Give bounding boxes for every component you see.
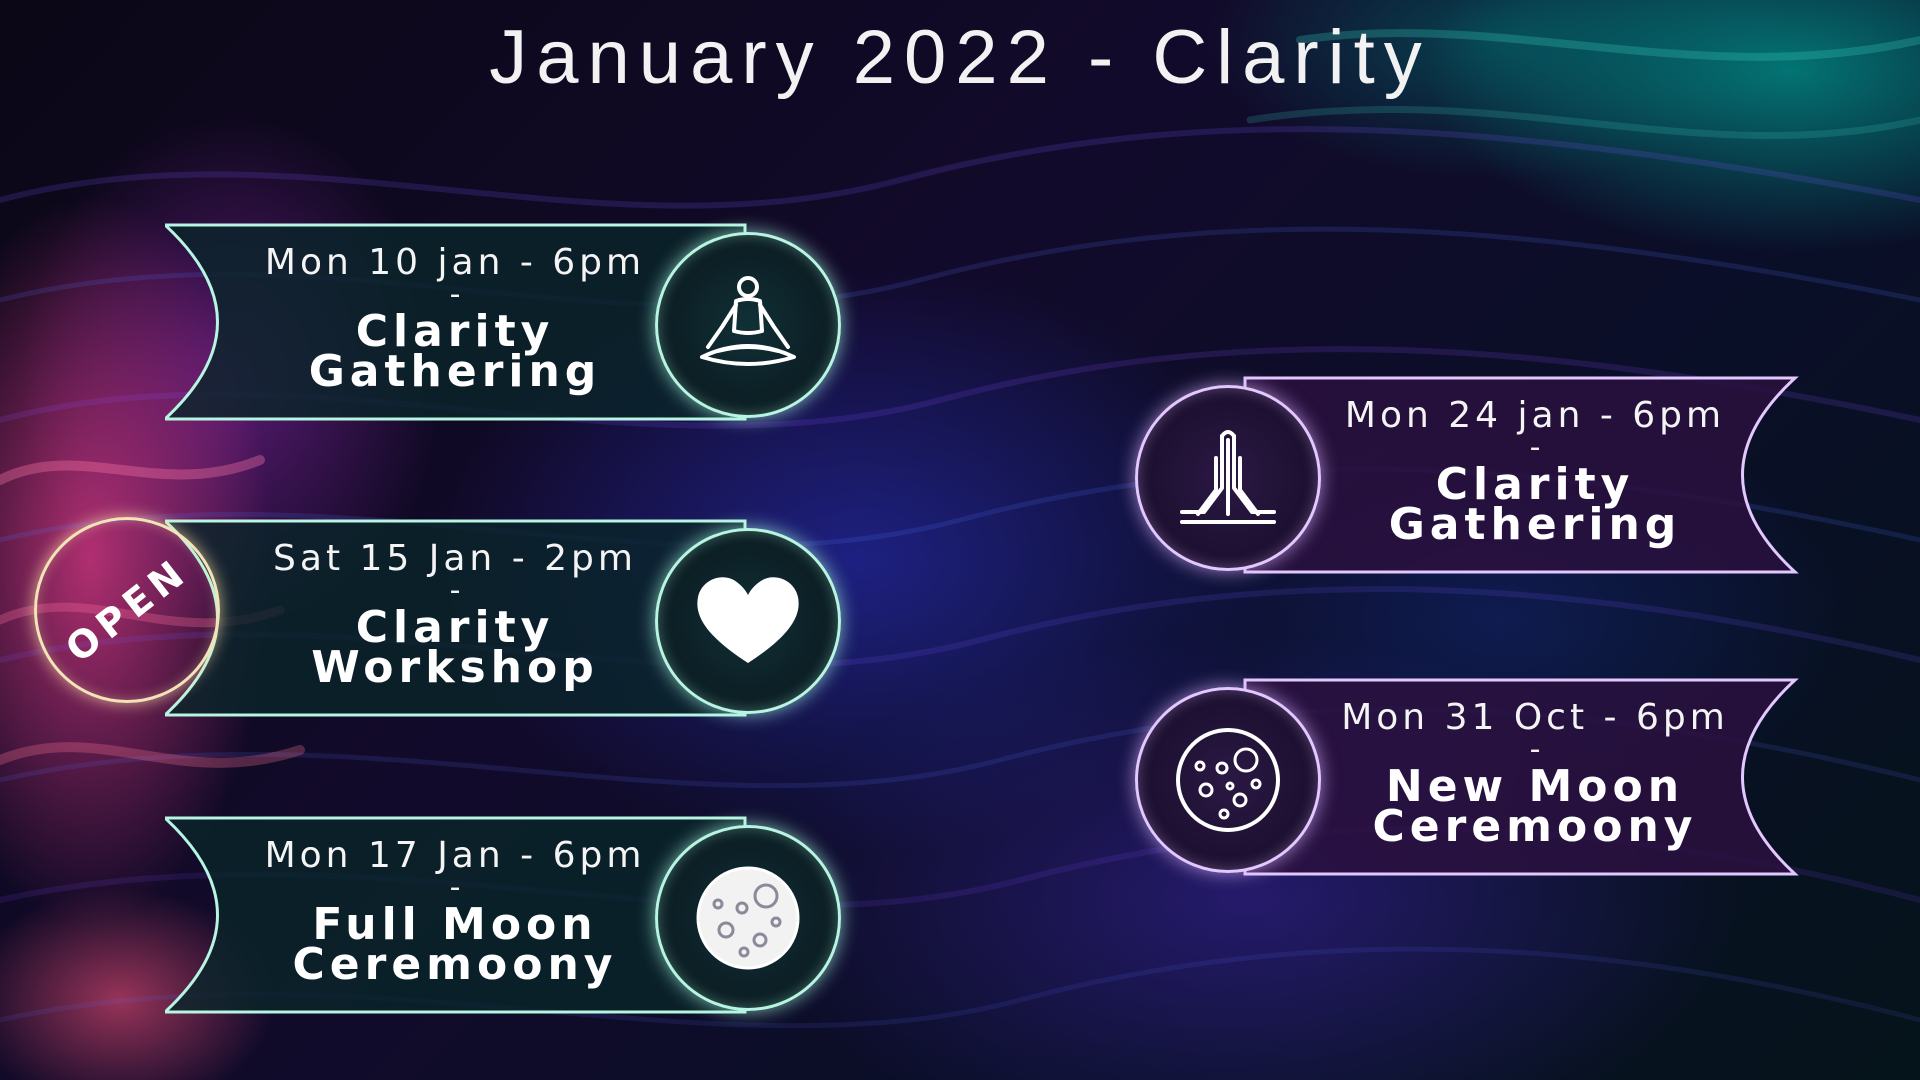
new-moon-icon <box>1176 728 1280 832</box>
full-moon-icon <box>696 866 800 970</box>
event-text: Mon 24 jan - 6pm - Clarity Gathering <box>1305 397 1765 550</box>
heart-icon <box>697 577 799 663</box>
icon-circle <box>655 825 841 1011</box>
event-text: Mon 31 Oct - 6pm - New Moon Ceremoony <box>1305 699 1765 852</box>
event-text: Sat 15 Jan - 2pm - Clarity Workshop <box>225 540 685 693</box>
icon-circle <box>1135 687 1321 873</box>
event-card[interactable]: Sat 15 Jan - 2pm - Clarity Workshop <box>165 518 865 718</box>
page-title: January 2022 - Clarity <box>489 15 1431 100</box>
icon-circle <box>1135 385 1321 571</box>
event-name-line2: Ceremoony <box>1372 801 1698 852</box>
event-card[interactable]: Mon 10 jan - 6pm - Clarity Gathering <box>165 222 865 422</box>
open-badge-label: OPEN <box>57 548 197 672</box>
icon-circle <box>655 528 841 714</box>
meditation-icon <box>700 276 796 366</box>
event-card[interactable]: Mon 31 Oct - 6pm - New Moon Ceremoony <box>1125 677 1825 877</box>
event-text: Mon 10 jan - 6pm - Clarity Gathering <box>225 244 685 397</box>
icon-circle <box>655 232 841 418</box>
event-name-line2: Workshop <box>311 642 599 693</box>
open-badge[interactable]: OPEN <box>34 517 220 703</box>
event-name-line2: Gathering <box>308 346 602 397</box>
event-name-line2: Gathering <box>1388 499 1682 550</box>
event-card[interactable]: Mon 17 Jan - 6pm - Full Moon Ceremoony <box>165 815 865 1015</box>
event-text: Mon 17 Jan - 6pm - Full Moon Ceremoony <box>225 837 685 990</box>
event-name-line2: Ceremoony <box>292 939 618 990</box>
event-card[interactable]: Mon 24 jan - 6pm - Clarity Gathering <box>1125 375 1825 575</box>
praying-hands-icon <box>1180 430 1276 524</box>
